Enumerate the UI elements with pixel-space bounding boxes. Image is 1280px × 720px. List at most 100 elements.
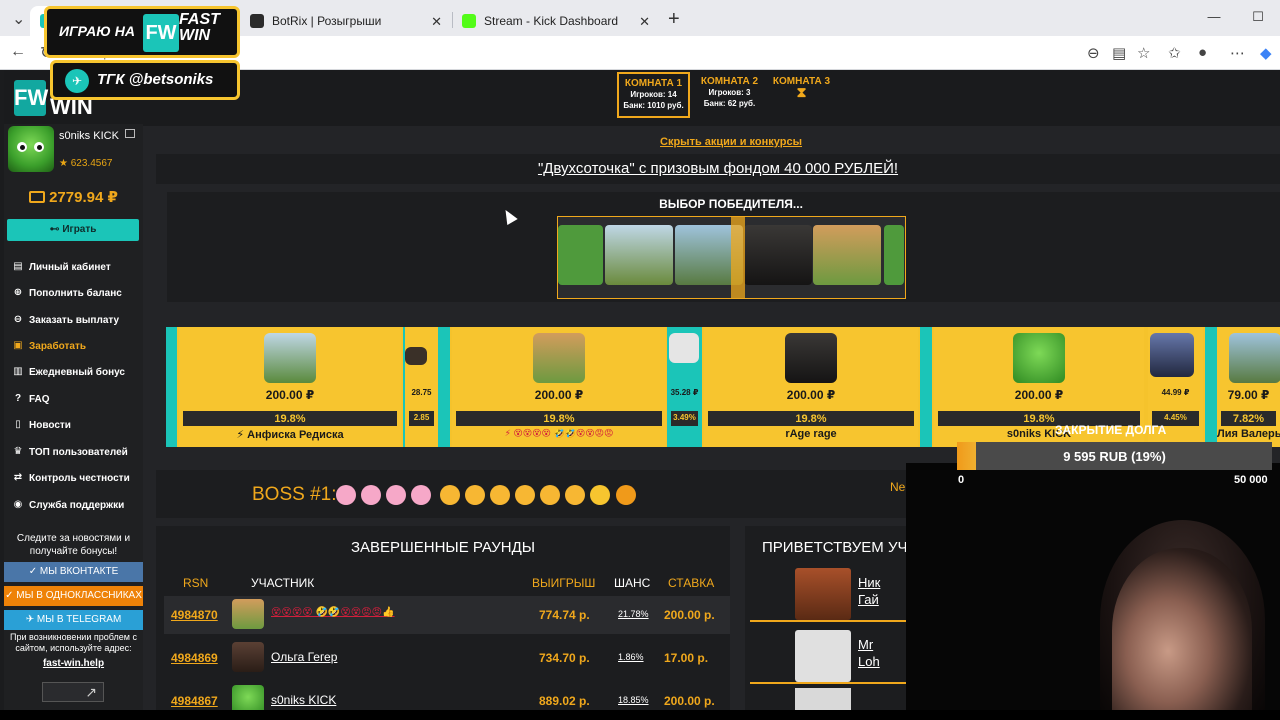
round-stake: 17.00 р. xyxy=(664,651,709,665)
sidebar-item[interactable]: ? FAQ xyxy=(12,390,50,408)
round-id[interactable]: 4984869 xyxy=(171,651,218,665)
debt-progress-text: 9 595 RUB (19%) xyxy=(1063,449,1166,464)
footer-badge[interactable]: ↗ xyxy=(42,682,104,702)
player-avatar xyxy=(669,333,699,363)
telegram-button[interactable]: ✈ МЫ В TELEGRAM xyxy=(4,610,143,630)
sidebar-item[interactable]: ⇄ Контроль честности xyxy=(12,469,130,487)
back-icon[interactable]: ← xyxy=(10,43,26,61)
round-player[interactable]: Ольга Гегер xyxy=(271,650,337,664)
profile-icon[interactable]: ● xyxy=(1198,44,1207,61)
table-row[interactable]: 4984869 Ольга Гегер 734.70 р. 1.86% 17.0… xyxy=(164,639,730,677)
round-win: 889.02 р. xyxy=(539,694,590,708)
round-chance[interactable]: 18.85% xyxy=(618,695,649,705)
hourglass-icon: ⧗ xyxy=(796,84,807,100)
sidebar-item-label: ТОП пользователей xyxy=(29,446,128,458)
minimize-icon[interactable]: — xyxy=(1192,0,1236,36)
reader-icon[interactable]: ▤ xyxy=(1112,44,1126,62)
player-card[interactable]: 200.00 ₽ 19.8% rAge rage xyxy=(704,327,918,447)
round-player[interactable]: s0niks KICK xyxy=(271,693,336,707)
copilot-icon[interactable]: ◆ xyxy=(1260,44,1272,62)
logout-icon[interactable] xyxy=(125,129,135,138)
kick-favicon-icon xyxy=(462,14,476,28)
player-amount: 200.00 ₽ xyxy=(1014,388,1064,402)
list-item[interactable]: Ник Гай xyxy=(750,564,906,622)
col-header-player: УЧАСТНИК xyxy=(251,576,315,590)
small-player[interactable]: 35.28 ₽ 3.49% xyxy=(667,327,702,447)
maximize-icon[interactable]: ☐ xyxy=(1236,0,1280,36)
sidebar-item[interactable]: ◉ Служба поддержки xyxy=(12,496,125,514)
player-amount: 79.00 ₽ xyxy=(1227,388,1270,402)
help-link[interactable]: fast-win.help xyxy=(4,658,143,669)
room-1[interactable]: КОМНАТА 1 Игроков: 14 Банк: 1010 руб. xyxy=(617,72,690,118)
round-id[interactable]: 4984867 xyxy=(171,694,218,708)
hide-promos-link[interactable]: Скрыть акции и конкурсы xyxy=(556,136,906,148)
tab-list-chevron-icon[interactable]: ⌄ xyxy=(12,9,25,29)
sidebar-item[interactable]: ▥ Ежедневный бонус xyxy=(12,363,125,381)
player-avatar xyxy=(1013,333,1065,383)
close-tab-icon[interactable]: ✕ xyxy=(639,14,650,30)
vk-button[interactable]: ✓ МЫ ВКОНТАКТЕ xyxy=(4,562,143,582)
promo-banner[interactable]: "Двухсоточка" с призовым фондом 40 000 Р… xyxy=(156,154,1280,184)
tab-kick-dashboard[interactable]: Stream - Kick Dashboard ✕ xyxy=(452,6,660,36)
tab-label: Stream - Kick Dashboard xyxy=(484,14,619,28)
sidebar-item[interactable]: ▤ Личный кабинет xyxy=(12,258,110,276)
play-button[interactable]: ⊷ Играть xyxy=(7,219,139,241)
room-3[interactable]: КОМНАТА 3 ⧗ xyxy=(765,72,838,118)
window-controls: — ☐ xyxy=(1192,0,1280,36)
balance: 2779.94 ₽ xyxy=(4,188,143,206)
emoji-icon xyxy=(515,485,535,505)
reel-avatar xyxy=(884,225,904,285)
player-avatar xyxy=(1229,333,1280,383)
table-row[interactable]: 4984870 😵😵😵😵 🤣🤣😵😵😡😡👍 774.74 р. 21.78% 20… xyxy=(164,596,730,634)
welcome-name[interactable]: Mr Loh xyxy=(858,636,880,670)
room-label: КОМНАТА 1 xyxy=(624,78,683,89)
stream-telegram-overlay: ✈ ТГК @betsoniks xyxy=(50,60,240,100)
player-avatar xyxy=(1150,333,1194,377)
help-note: При возникновении проблем с сайтом, испо… xyxy=(10,632,137,653)
avatar-eye xyxy=(34,142,44,152)
telegram-icon: ✈ xyxy=(25,614,37,625)
debt-max: 50 000 xyxy=(1234,474,1268,486)
player-chance: 19.8% xyxy=(795,413,827,425)
welcome-name-line: Гай xyxy=(858,592,879,607)
boss-link[interactable]: Ne xyxy=(890,480,905,494)
sidebar-item[interactable]: ⊖ Заказать выплату xyxy=(12,311,119,329)
avatar[interactable] xyxy=(8,126,54,172)
room-2[interactable]: КОМНАТА 2 Игроков: 3 Банк: 62 руб. xyxy=(693,72,766,118)
new-tab-icon[interactable]: + xyxy=(668,8,680,31)
sidebar-item[interactable]: ▣ Заработать xyxy=(12,337,86,355)
tab-botrix[interactable]: BotRix | Розыгрыши ✕ xyxy=(240,6,452,36)
strip-divider xyxy=(438,327,450,447)
shuffle-icon: ⇄ xyxy=(13,472,23,483)
social-label: МЫ В ОДНОКЛАССНИКАХ xyxy=(16,590,142,601)
round-chance[interactable]: 21.78% xyxy=(618,609,649,619)
sidebar-item[interactable]: ▯ Новости xyxy=(12,416,71,434)
bottom-edge xyxy=(0,710,1280,720)
welcome-avatar xyxy=(795,568,851,620)
round-chance[interactable]: 1.86% xyxy=(618,652,644,662)
site-logo-fw[interactable]: FW xyxy=(14,80,48,116)
emoji-icon xyxy=(490,485,510,505)
close-tab-icon[interactable]: ✕ xyxy=(431,14,442,30)
player-chance: 2.85 xyxy=(413,413,430,422)
ok-button[interactable]: ✓ МЫ В ОДНОКЛАССНИКАХ xyxy=(4,586,143,606)
player-card[interactable]: 200.00 ₽ 19.8% ⚡ 😵😵😵😵 🤣🤣😵😵😡😡 xyxy=(452,327,666,447)
reel-avatar xyxy=(558,225,603,285)
small-player[interactable]: 28.75 2.85 xyxy=(405,327,438,447)
player-card[interactable]: 200.00 ₽ 19.8% ⚡ Анфиска Редиска xyxy=(179,327,401,447)
zoom-icon[interactable]: ⊖ xyxy=(1087,44,1100,62)
sidebar-item[interactable]: ♛ ТОП пользователей xyxy=(12,443,128,461)
favorites-icon[interactable]: ✩ xyxy=(1168,44,1181,62)
sidebar-item[interactable]: ⊕ Пополнить баланс xyxy=(12,284,122,302)
favorite-star-icon[interactable]: ☆ xyxy=(1137,44,1150,62)
overlay-win: WIN xyxy=(179,27,211,44)
more-icon[interactable]: ⋯ xyxy=(1230,44,1245,62)
user-rating: ★ 623.4567 xyxy=(59,158,113,169)
strip-divider xyxy=(166,327,177,447)
welcome-name[interactable]: Ник Гай xyxy=(858,574,880,608)
list-item[interactable]: Mr Loh xyxy=(750,626,906,684)
round-id[interactable]: 4984870 xyxy=(171,608,218,622)
player-card[interactable]: 79.00 ₽ 7.82% Лия Валерь xyxy=(1217,327,1280,447)
round-player[interactable]: 😵😵😵😵 🤣🤣😵😵😡😡👍 xyxy=(271,607,395,618)
gamepad-icon: ⊷ xyxy=(49,224,63,235)
